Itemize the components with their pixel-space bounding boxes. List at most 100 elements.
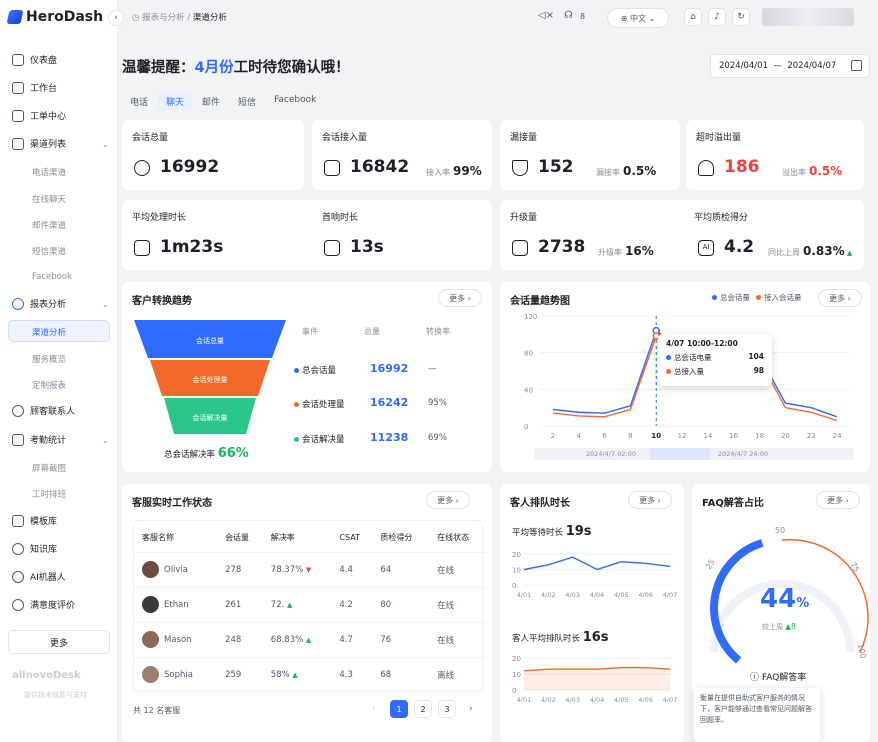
series-line [523, 556, 671, 571]
avatar [142, 561, 159, 578]
x-tick-label: 10 [651, 432, 661, 440]
sidebar-item-label: 报表分析 [30, 300, 67, 310]
table-row[interactable]: Sophia 259 58% ▲ 4.3 68 离线 [133, 656, 485, 692]
trend-card: 会话量趋势图 总会话量 接入会话量 更多 › 0 40 80 120 2 4 6 8 10 12 14… [500, 282, 870, 472]
funnel-col-event: 事件 [302, 327, 318, 336]
page-3-button[interactable]: 3 [438, 700, 456, 718]
sidebar-item-channels[interactable]: 渠道列表 [12, 137, 66, 150]
sidebar-more-button[interactable]: 更多 [8, 630, 110, 654]
chevron-down-icon[interactable]: ⌄ [102, 436, 109, 445]
resolve-label: 总会话解决率 [164, 450, 216, 460]
sidebar-sub-facebook[interactable]: Facebook [32, 272, 72, 282]
agent-qa: 80 [371, 586, 429, 622]
tab-chat[interactable]: 聊天 [158, 92, 193, 111]
table-row[interactable]: Olivia 278 78.37% ▼ 4.4 64 在线 [133, 551, 485, 587]
stat-card-overflow: 超时溢出量 186 溢出率 0.5% [686, 120, 864, 190]
range-start-label: 2024/4/7 02:00 [586, 450, 636, 458]
agent-name: Ethan [164, 600, 189, 610]
stat-sub-value: 0.5% [623, 164, 657, 178]
tab-phone[interactable]: 电话 [122, 92, 156, 111]
prev-page-button[interactable]: ‹ [372, 704, 376, 714]
page-2-button[interactable]: 2 [414, 700, 432, 718]
headset-icon[interactable]: ☊ [564, 10, 573, 21]
sidebar-sub-phone[interactable]: 电话渠道 [32, 166, 66, 178]
trend-down-icon: ▼ [305, 565, 312, 574]
y-tick-label: 0 [524, 423, 528, 431]
sidebar-item-ai-bot[interactable]: AI机器人 [12, 570, 66, 583]
agents-more-button[interactable]: 更多 › [426, 491, 470, 509]
stat-card-upgrade-qa: 升级量 2738 升级率 16% 平均质检得分 AI 4.2 同比上周 0.83% … [500, 200, 864, 270]
agent-name-cell: Olivia [133, 551, 217, 587]
page-1-button[interactable]: 1 [390, 700, 408, 718]
tab-email[interactable]: 邮件 [194, 92, 228, 111]
logo-icon [6, 10, 24, 24]
sidebar-item-reports[interactable]: 报表分析 [12, 297, 66, 310]
y-tick-label: 40 [524, 386, 533, 394]
range-slider[interactable] [534, 448, 854, 460]
status-badge: 在线 [428, 621, 485, 657]
sidebar-item-rating[interactable]: 满意度评价 [12, 598, 75, 611]
rating-icon [12, 598, 24, 611]
agent-rate: 68.83% [270, 634, 304, 645]
x-tick-label: 12 [678, 432, 687, 440]
chevron-down-icon[interactable]: ⌄ [102, 300, 109, 309]
sidebar-item-templates[interactable]: 模板库 [12, 514, 57, 527]
agent-csat: 4.2 [330, 586, 372, 622]
collapse-sidebar-button[interactable]: ‹ [108, 10, 124, 26]
sidebar-item-tickets[interactable]: 工单中心 [12, 109, 66, 122]
sidebar-sub-schedule[interactable]: 工时排班 [32, 488, 66, 500]
grid-icon [12, 137, 24, 150]
x-tick-label: 4/05 [614, 591, 629, 599]
table-row[interactable]: Mason 248 68.83% ▲ 4.7 76 在线 [133, 621, 485, 657]
sidebar-item-label: 渠道列表 [30, 140, 67, 150]
sidebar-sub-sms[interactable]: 短信渠道 [32, 245, 66, 257]
y-tick-label: 20 [512, 655, 521, 663]
sidebar-item-workbench[interactable]: 工作台 [12, 81, 57, 94]
chart-icon [12, 297, 24, 310]
notification-bell-icon[interactable]: ♪ [708, 8, 726, 26]
refresh-icon[interactable]: ↻ [732, 8, 750, 26]
faq-value: 44% [760, 584, 809, 614]
chevron-down-icon[interactable]: ⌄ [102, 140, 109, 149]
sidebar-sub-email[interactable]: 邮件渠道 [32, 219, 66, 231]
shirt-icon[interactable]: ⌂ [684, 8, 702, 26]
stat-sub-value: 99% [453, 164, 482, 178]
funnel-row-total: 16242 [370, 396, 409, 409]
tab-sms[interactable]: 短信 [230, 92, 264, 111]
funnel-row-total: 11238 [370, 431, 409, 444]
y-tick-label: 20 [512, 551, 521, 559]
sidebar-sub-channel-analysis[interactable]: 渠道分析 [32, 326, 66, 338]
y-tick-label: 0 [512, 687, 516, 695]
breadcrumb-parent[interactable]: 报表与分析 / [142, 13, 190, 23]
sidebar-sub-screenshots[interactable]: 屏幕截图 [32, 462, 66, 474]
volume-icon[interactable]: ◁× [538, 10, 554, 21]
date-range-picker[interactable]: 2024/04/01 — 2024/04/07 [710, 54, 870, 78]
language-select[interactable]: ⊕ 中文 ⌄ [607, 8, 669, 28]
funnel-card: 客户转换趋势 更多 › 会话总量 会话处理量 会话解决量 事件 总量 转换率 总… [122, 282, 492, 472]
stat-value: 2738 [538, 237, 586, 257]
user-profile[interactable] [762, 8, 854, 26]
tab-facebook[interactable]: Facebook [266, 92, 324, 111]
agent-qa: 64 [371, 551, 429, 587]
faq-gauge-label[interactable]: ⓘ FAQ解答率 [750, 670, 806, 683]
table-row[interactable]: Ethan 261 72. ▲ 4.2 80 在线 [133, 586, 485, 622]
status-badge: 在线 [428, 551, 485, 587]
sidebar-item-contacts[interactable]: 顾客联系人 [12, 404, 75, 417]
funnel-row-event: 会话解决量 [294, 433, 345, 445]
legend-dot [666, 355, 671, 360]
x-tick-label: 4/04 [590, 591, 605, 599]
app-logo[interactable]: HeroDash [6, 9, 103, 25]
sidebar-sub-custom-report[interactable]: 定制报表 [32, 379, 66, 391]
sidebar-sub-chat[interactable]: 在线聊天 [32, 193, 66, 205]
sidebar-sub-service-overview[interactable]: 服务概览 [32, 353, 66, 365]
range-end-label: 2024/4/7 24:00 [718, 450, 768, 458]
sidebar-item-attendance[interactable]: 考勤统计 [12, 433, 66, 446]
next-page-button[interactable]: › [469, 704, 473, 714]
agents-table: 客服名称 会话量 解决率 CSAT 质检得分 在线状态 Olivia 278 7… [133, 524, 485, 692]
resolve-value: 66% [217, 446, 249, 461]
faq-value-number: 44 [760, 584, 797, 614]
sidebar-item-knowledge[interactable]: 知识库 [12, 542, 57, 555]
range-handle[interactable] [650, 448, 710, 460]
sidebar-item-dashboard[interactable]: 仪表盘 [12, 53, 57, 66]
compare-value: ▲8 [785, 622, 796, 631]
